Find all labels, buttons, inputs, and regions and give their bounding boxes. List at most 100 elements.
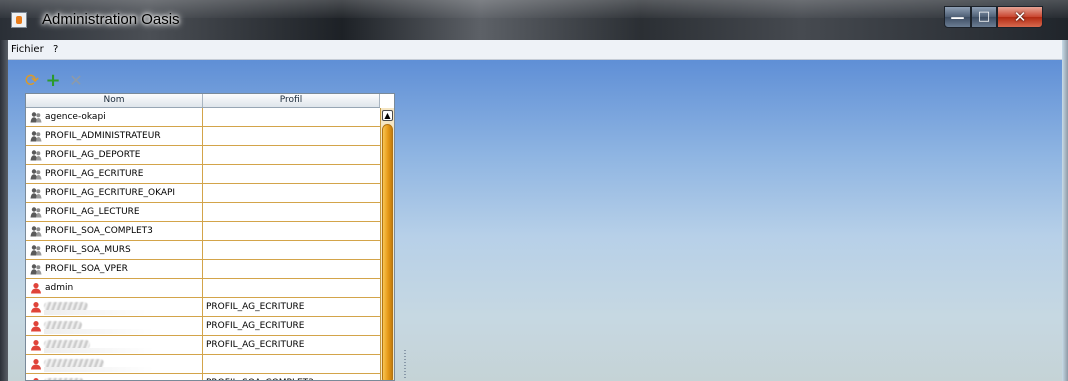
menu-help[interactable]: ? — [53, 43, 58, 57]
table-row[interactable]: PROFIL_SOA_COMPLET3 — [26, 222, 380, 241]
cell-nom: PROFIL_SOA_MURS — [26, 241, 203, 259]
minimize-icon: — — [950, 10, 965, 26]
user-group-icon — [30, 111, 42, 123]
cell-nom: PROFIL_AG_ECRITURE — [26, 165, 203, 183]
user-icon — [30, 301, 42, 313]
cell-nom-text: PROFIL_AG_LECTURE — [45, 207, 140, 217]
delete-icon[interactable]: ✕ — [68, 73, 84, 89]
cell-nom-text: PROFIL_SOA_MURS — [45, 245, 131, 255]
cell-nom: PROFIL_AG_DEPORTE — [26, 146, 203, 164]
cell-nom: PROFIL_AG_ECRITURE_OKAPI — [26, 184, 203, 202]
column-header-nom[interactable]: Nom — [26, 94, 203, 107]
cell-nom — [26, 336, 203, 354]
cell-profil — [204, 203, 380, 221]
user-group-icon — [30, 149, 42, 161]
cell-profil — [204, 222, 380, 240]
user-group-icon — [30, 168, 42, 180]
scroll-up-button[interactable]: ▲ — [382, 110, 393, 121]
user-icon — [30, 282, 42, 294]
table-row[interactable]: PROFIL_AG_ECRITURE — [26, 165, 380, 184]
cell-nom — [26, 374, 203, 380]
cell-nom: PROFIL_SOA_VPER — [26, 260, 203, 278]
maximize-button[interactable]: □ — [971, 6, 997, 28]
table-row[interactable]: PROFIL_ADMINISTRATEUR — [26, 127, 380, 146]
redaction-shadow — [44, 367, 154, 372]
redaction-shadow — [44, 310, 154, 315]
title-bar[interactable]: Administration Oasis — □ ✕ — [0, 0, 1068, 40]
cell-profil — [204, 279, 380, 297]
cell-nom-text: PROFIL_ADMINISTRATEUR — [45, 131, 161, 141]
java-cup-icon[interactable] — [11, 12, 27, 28]
cell-profil — [204, 241, 380, 259]
window-title: Administration Oasis — [42, 11, 180, 28]
cell-profil: PROFIL_AG_ECRITURE — [206, 302, 305, 312]
user-group-icon — [30, 263, 42, 275]
cell-nom: admin — [26, 279, 203, 297]
cell-nom-text: PROFIL_AG_ECRITURE — [45, 169, 144, 179]
cell-profil: PROFIL_AG_ECRITURE — [206, 321, 305, 331]
toolbar: ⟳ + ✕ — [8, 60, 388, 92]
table-row[interactable]: PROFIL_AG_DEPORTE — [26, 146, 380, 165]
redaction-shadow — [44, 329, 154, 334]
cell-nom-text: PROFIL_AG_DEPORTE — [45, 150, 141, 160]
user-group-icon — [30, 244, 42, 256]
user-icon — [30, 358, 42, 370]
cell-nom — [26, 298, 203, 316]
cell-nom — [26, 317, 203, 335]
window-frame-right — [1062, 40, 1068, 381]
scroll-thumb[interactable] — [382, 124, 393, 380]
cell-profil: PROFIL_AG_ECRITURE — [206, 340, 305, 350]
cell-profil — [204, 108, 380, 126]
table-row[interactable]: PROFIL_AG_ECRITURE — [26, 298, 380, 317]
users-table: Nom Profil agence-okapi PROFIL_ADMINISTRA… — [25, 93, 395, 381]
add-icon[interactable]: + — [45, 72, 61, 90]
user-icon — [30, 377, 42, 380]
table-header: Nom Profil — [26, 94, 380, 108]
table-row[interactable]: PROFIL_AG_ECRITURE — [26, 336, 380, 355]
cell-profil — [204, 146, 380, 164]
cell-nom-text: agence-okapi — [45, 112, 106, 122]
cell-profil — [204, 127, 380, 145]
table-row[interactable]: PROFIL_AG_ECRITURE — [26, 317, 380, 336]
menu-fichier[interactable]: Fichier — [11, 43, 44, 57]
vertical-scrollbar[interactable]: ▲ — [380, 108, 394, 380]
cell-nom: PROFIL_AG_LECTURE — [26, 203, 203, 221]
table-row[interactable]: PROFIL_AG_ECRITURE_OKAPI — [26, 184, 380, 203]
cell-profil — [204, 355, 380, 373]
cell-profil — [204, 165, 380, 183]
table-row[interactable]: PROFIL_SOA_VPER — [26, 260, 380, 279]
cell-profil: PROFIL_SOA_COMPLET3 — [204, 374, 380, 380]
redaction-shadow — [44, 348, 154, 353]
user-group-icon — [30, 187, 42, 199]
table-row[interactable]: PROFIL_SOA_COMPLET3 — [26, 374, 380, 380]
cell-nom: agence-okapi — [26, 108, 203, 126]
menu-bar: Fichier ? — [8, 40, 1062, 60]
cell-nom: PROFIL_ADMINISTRATEUR — [26, 127, 203, 145]
maximize-icon: □ — [977, 9, 991, 24]
cell-nom-text: PROFIL_SOA_VPER — [45, 264, 128, 274]
refresh-icon[interactable]: ⟳ — [24, 73, 40, 90]
minimize-button[interactable]: — — [944, 6, 971, 28]
user-group-icon — [30, 206, 42, 218]
table-row[interactable]: PROFIL_SOA_MURS — [26, 241, 380, 260]
user-icon — [30, 339, 42, 351]
table-row[interactable]: agence-okapi — [26, 108, 380, 127]
cell-nom: PROFIL_SOA_COMPLET3 — [26, 222, 203, 240]
user-group-icon — [30, 130, 42, 142]
user-icon — [30, 320, 42, 332]
cell-profil — [204, 260, 380, 278]
table-row[interactable] — [26, 355, 380, 374]
cell-nom-text: admin — [45, 283, 74, 293]
user-group-icon — [30, 225, 42, 237]
cell-profil — [204, 184, 380, 202]
cell-nom — [26, 355, 203, 373]
cell-nom-text: PROFIL_AG_ECRITURE_OKAPI — [45, 188, 176, 198]
column-header-profil[interactable]: Profil — [203, 94, 380, 107]
resize-grip[interactable] — [404, 350, 406, 380]
table-row[interactable]: PROFIL_AG_LECTURE — [26, 203, 380, 222]
cell-nom-text: PROFIL_SOA_COMPLET3 — [45, 226, 153, 236]
close-icon: ✕ — [1013, 8, 1027, 26]
window-frame-left — [0, 40, 8, 381]
close-button[interactable]: ✕ — [997, 6, 1043, 28]
table-row[interactable]: admin — [26, 279, 380, 298]
